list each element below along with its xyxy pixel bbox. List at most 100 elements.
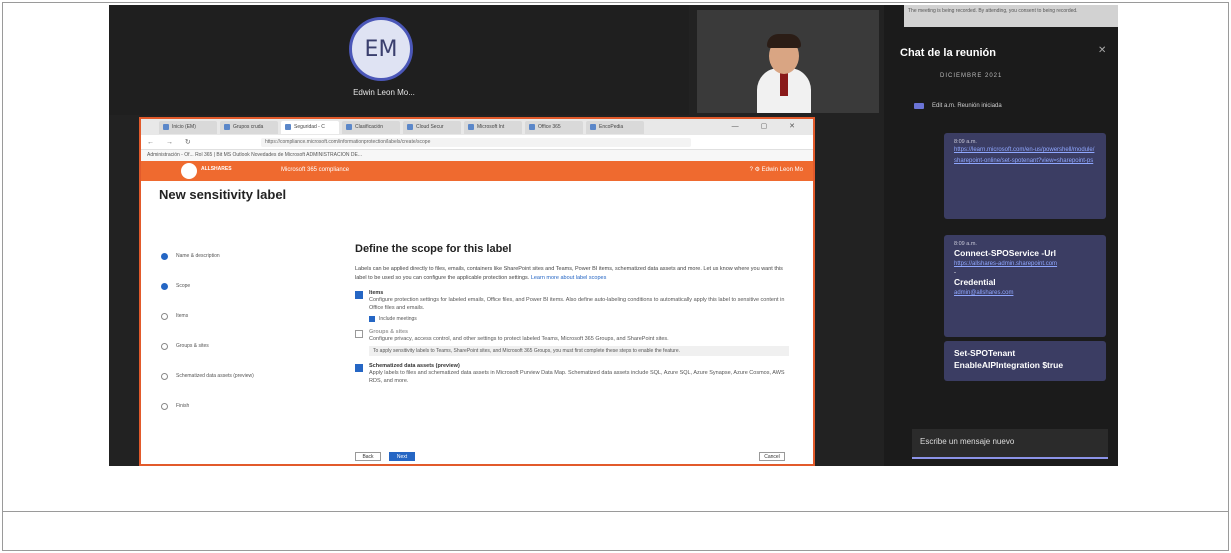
message-link[interactable]: https://learn.microsoft.com/en-us/powers… [954,145,1096,167]
items-checkbox[interactable] [355,291,363,299]
tab-favicon-icon [590,124,596,130]
option-groups-sites[interactable]: Groups & sites Configure privacy, access… [355,329,795,356]
compose-input[interactable]: Escribe un mensaje nuevo [912,429,1108,459]
tab-label: Office 365 [538,124,561,130]
tab-favicon-icon [407,124,413,130]
step-label: Items [176,313,189,319]
message-command: Set-SPOTenant EnableAIPIntegration $true [954,348,1064,370]
message-link[interactable]: admin@allshares.com [954,288,1096,299]
step-label: Name & description [176,253,220,259]
frame-divider [2,511,1229,512]
video-tile[interactable] [697,10,879,113]
cancel-button[interactable]: Cancel [759,452,785,461]
option-items[interactable]: Items Configure protection settings for … [355,290,795,322]
screenshot-frame: EM Edwin Leon Mo... Inicio (EM) Grupos cr… [0,0,1231,553]
tab-favicon-icon [224,124,230,130]
tab-label: Microsoft Int [477,124,505,130]
teams-meeting-window: EM Edwin Leon Mo... Inicio (EM) Grupos cr… [109,5,1118,466]
back-button[interactable]: Back [355,452,381,461]
tab-favicon-icon [163,124,169,130]
step-dot-icon [161,342,168,350]
wizard-step[interactable]: Schematized data assets (preview) [161,361,254,391]
browser-tabbar: Inicio (EM) Grupos cruda Seguridad - C Clas… [141,119,813,135]
tab-label: EncoPedia [599,124,624,130]
logo-icon [181,163,197,179]
include-meetings-checkbox[interactable] [369,316,375,322]
chat-message: Set-SPOTenant EnableAIPIntegration $true [944,341,1106,381]
learn-more-link[interactable]: Learn more about label scopes [531,275,607,281]
window-controls[interactable]: — ▢ ✕ [732,122,805,130]
browser-tab[interactable]: EncoPedia [586,120,644,134]
wizard-step[interactable]: Finish [161,391,254,421]
tab-favicon-icon [285,124,291,130]
chat-message: 8:09 a.m. Connect-SPOService -Url https:… [944,235,1106,337]
wizard-step[interactable]: Scope [161,271,254,301]
chat-message: 8:09 a.m. https://learn.microsoft.com/en… [944,133,1106,219]
browser-tab[interactable]: Grupos cruda [220,120,278,134]
browser-tab[interactable]: Inicio (EM) [159,120,217,134]
address-bar: ← → ↻ https://compliance.microsoft.com/i… [141,135,813,150]
next-button[interactable]: Next [389,452,415,461]
app-name[interactable]: Microsoft 365 compliance [281,167,349,173]
bookmarks-bar[interactable]: Administración - Of... Rol 365 | Bit MS … [141,150,813,161]
step-label: Scope [176,283,191,289]
camera-icon [914,103,924,109]
tab-label: Cloud Secur [416,124,444,130]
wizard-steps: Name & description Scope Items Groups & sit… [161,241,254,421]
step-label: Schematized data assets (preview) [176,373,254,379]
tab-label: Clasificación [355,124,384,130]
wizard-step[interactable]: Name & description [161,241,254,271]
participant-name: Edwin Leon Mo... [353,88,415,97]
avatar: EM [349,17,413,81]
shared-screen: Inicio (EM) Grupos cruda Seguridad - C Clas… [139,117,815,466]
browser-tab[interactable]: Clasificación [342,120,400,134]
frame-border-bottom [2,550,1229,551]
schematized-checkbox[interactable] [355,364,363,372]
tab-favicon-icon [529,124,535,130]
recording-notice: The meeting is being recorded. By attend… [904,5,1118,27]
option-desc: Configure protection settings for labele… [369,297,785,311]
step-dot-icon [161,252,168,260]
header-icons[interactable]: ? ⚙ Edwin Leon Mo [750,166,803,173]
browser-tab[interactable]: Office 365 [525,120,583,134]
tab-label: Grupos cruda [233,124,264,130]
frame-border-right [1228,2,1229,551]
option-desc: Apply labels to files and schematized da… [369,370,785,384]
meeting-event: Edit a.m. Reunión iniciada [914,103,1002,109]
step-dot-icon [161,372,168,380]
participant-tile[interactable]: EM Edwin Leon Mo... [109,5,689,115]
browser-tab[interactable]: Microsoft Int [464,120,522,134]
scope-panel: Define the scope for this label Labels c… [355,243,795,385]
tab-label: Inicio (EM) [172,124,196,130]
wizard-step[interactable]: Items [161,301,254,331]
option-schematized[interactable]: Schematized data assets (preview) Apply … [355,363,795,385]
wizard-step[interactable]: Groups & sites [161,331,254,361]
groups-sites-checkbox[interactable] [355,330,363,338]
step-label: Groups & sites [176,343,209,349]
wizard-buttons: Back Next [355,452,415,461]
browser-tab[interactable]: Seguridad - C [281,120,339,134]
step-dot-icon [161,402,168,410]
info-note: To apply sensitivity labels to Teams, Sh… [369,346,789,356]
frame-border-left [2,2,3,551]
close-icon[interactable]: ✕ [1098,45,1106,56]
url-field[interactable]: https://compliance.microsoft.com/informa… [261,138,691,147]
event-text: Edit a.m. Reunión iniciada [932,103,1002,109]
step-dot-icon [161,312,168,320]
message-link[interactable]: https://allshares-admin.sharepoint.com [954,259,1096,270]
nav-buttons[interactable]: ← → ↻ [147,138,196,146]
scope-title: Define the scope for this label [355,243,512,255]
browser-tab[interactable]: Cloud Secur [403,120,461,134]
option-desc: Configure privacy, access control, and o… [369,336,669,342]
chat-date: DICIEMBRE 2021 [940,73,1003,79]
message-command: Connect-SPOService -Url [954,248,1057,258]
include-meetings[interactable]: Include meetings [369,315,795,322]
step-label: Finish [176,403,190,409]
tab-label: Seguridad - C [294,124,325,130]
step-dot-icon [161,282,168,290]
logo-text: ALLSHARES [201,166,232,172]
tab-favicon-icon [346,124,352,130]
app-header: ALLSHARES Microsoft 365 compliance ? ⚙ E… [141,161,813,181]
message-param: Credential [954,277,996,287]
tab-favicon-icon [468,124,474,130]
